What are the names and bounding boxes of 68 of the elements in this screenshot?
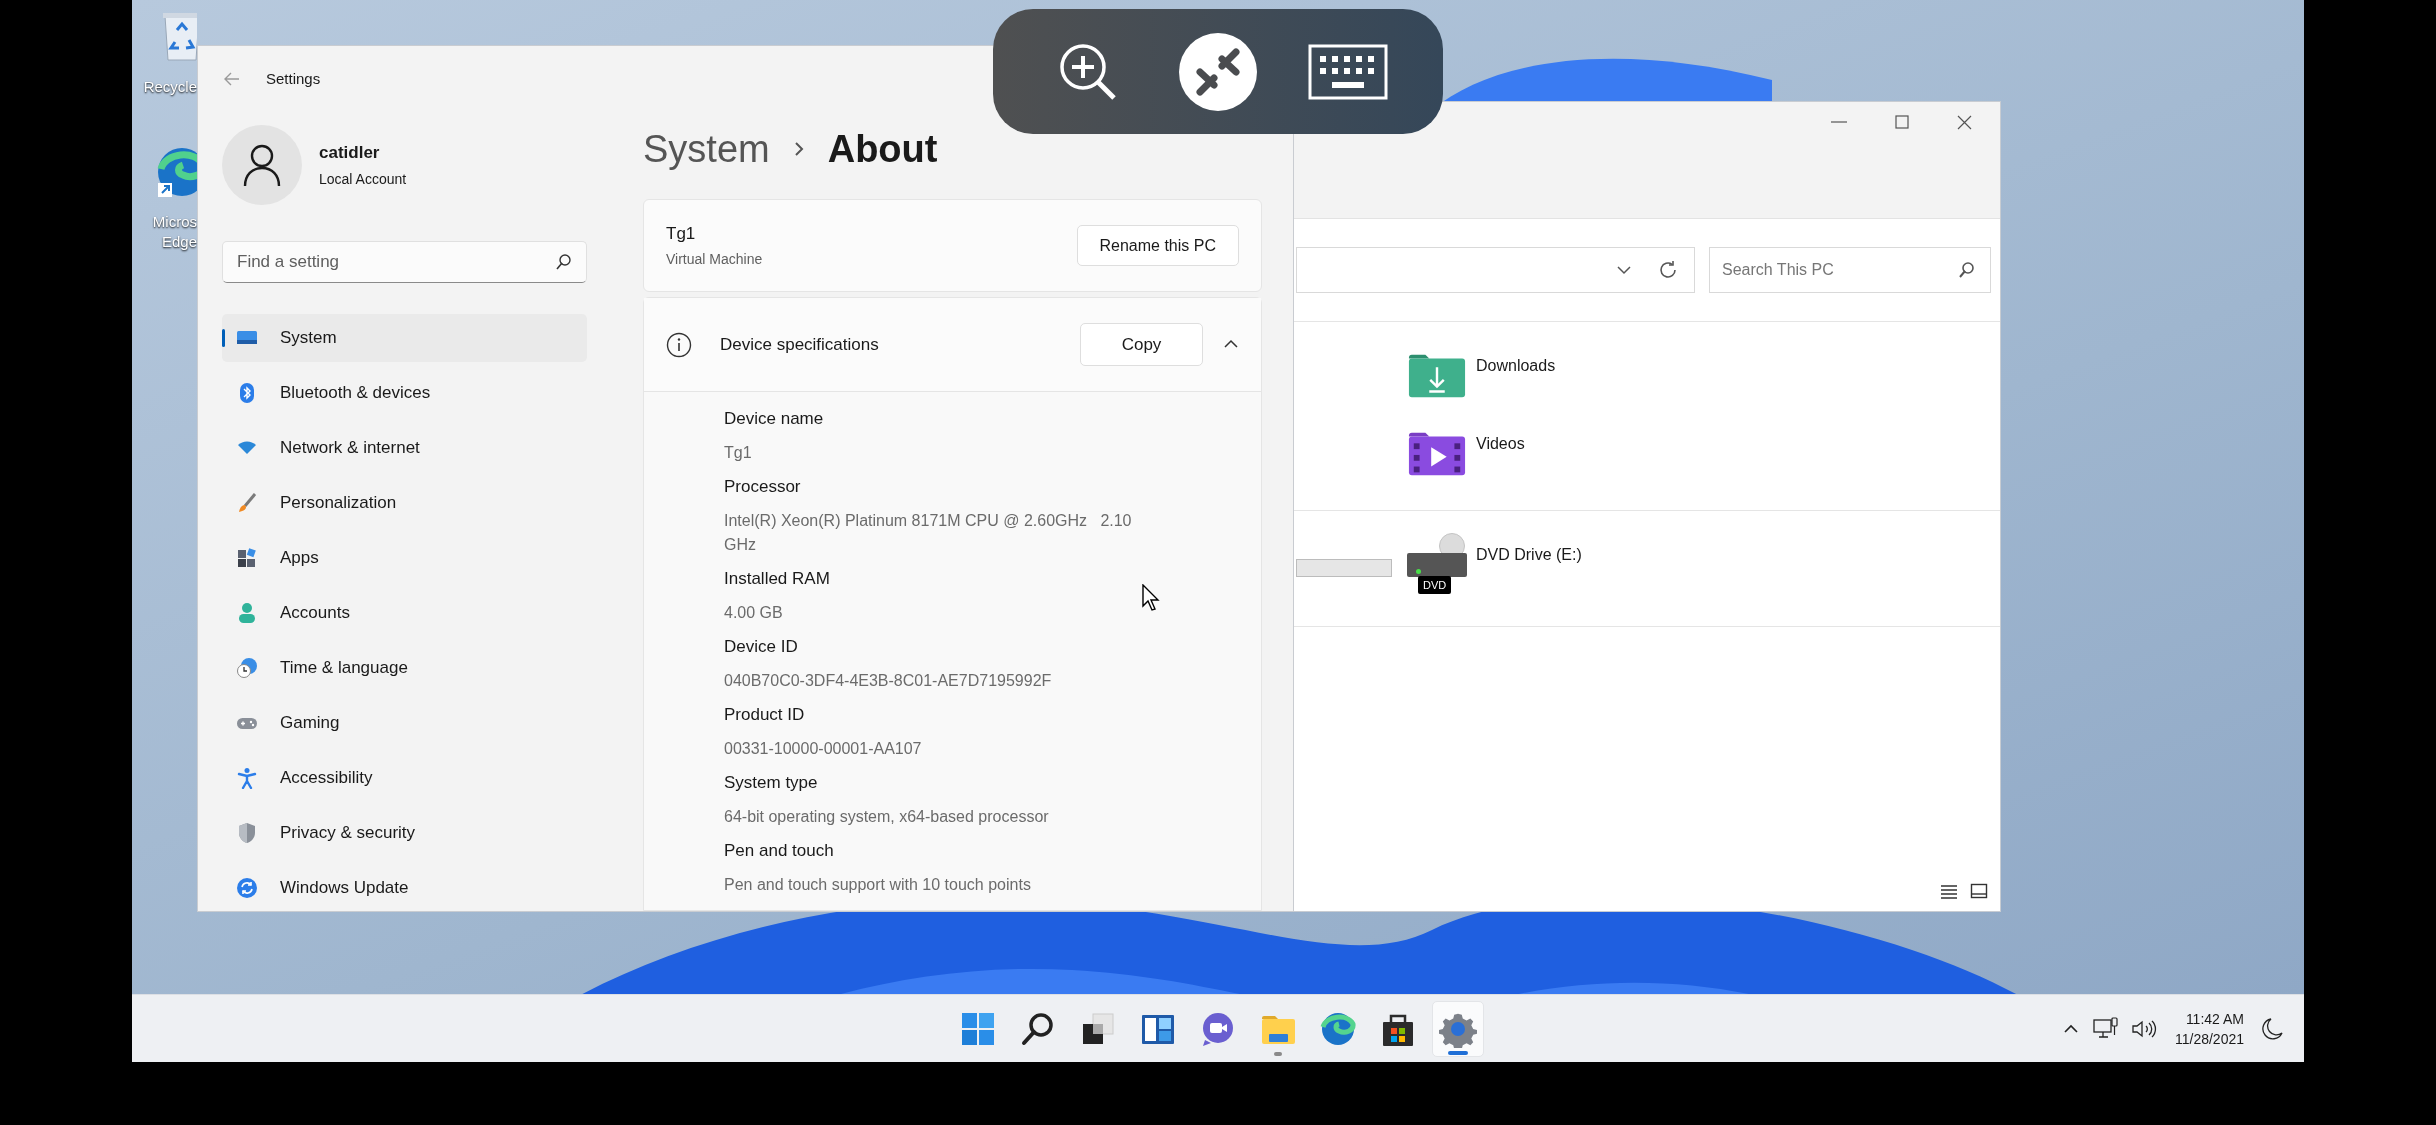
section-title: Device specifications	[720, 333, 879, 356]
spec-label: System type	[724, 772, 819, 794]
window-title: Settings	[266, 68, 321, 89]
shield-icon	[236, 822, 258, 844]
spec-value: Pen and touch support with 10 touch points	[724, 875, 1031, 895]
account-name: catidler	[319, 141, 381, 164]
nav-item[interactable]: Privacy & security	[222, 809, 587, 857]
spec-value: 040B70C0-3DF4-4E3B-8C01-AE7D7195992F	[724, 671, 1052, 691]
nav-item[interactable]: System	[222, 314, 587, 362]
connection-button[interactable]	[1178, 31, 1258, 112]
search-icon	[555, 253, 573, 271]
paintbrush-icon	[236, 492, 258, 514]
person-icon	[236, 602, 258, 624]
details-view-icon[interactable]	[1940, 883, 1958, 899]
spec-value: 4.00 GB	[724, 603, 783, 623]
nav-item[interactable]: Time & language	[222, 644, 587, 692]
speaker-icon[interactable]	[2130, 1018, 2157, 1040]
spec-label: Device name	[724, 408, 825, 430]
nav-item[interactable]: Accessibility	[222, 754, 587, 802]
account-type: Local Account	[319, 170, 407, 190]
spec-label: Pen and touch	[724, 840, 835, 862]
desktop-icon-label: Recycle	[143, 78, 197, 96]
drive-label-text: DVD	[1418, 576, 1452, 594]
remote-connection-icon	[1178, 31, 1258, 112]
accessibility-figure-icon	[236, 767, 258, 789]
nav-item[interactable]: Apps	[222, 534, 587, 582]
maximize-icon	[1894, 115, 1909, 129]
nav-item[interactable]: Personalization	[222, 479, 587, 527]
folder-name[interactable]: Videos	[1476, 432, 1525, 456]
folder-name[interactable]: Downloads	[1476, 354, 1556, 378]
search-field[interactable]: Find a setting	[222, 241, 587, 283]
search-icon	[1957, 260, 1977, 280]
close-icon	[1957, 114, 1972, 130]
pc-name: Tg1	[666, 222, 697, 245]
person-icon	[242, 143, 282, 187]
nav-item[interactable]: Bluetooth & devices	[222, 369, 587, 417]
spec-value: Tg1	[724, 443, 752, 463]
nav-item[interactable]: Network & internet	[222, 424, 587, 472]
nav-item[interactable]: Gaming	[222, 699, 587, 747]
spec-label: Processor	[724, 476, 802, 498]
keyboard-icon	[1308, 43, 1388, 100]
rename-button[interactable]: Rename this PC	[1076, 225, 1239, 266]
pc-model: Virtual Machine	[666, 250, 763, 270]
spec-label: Device ID	[724, 636, 799, 658]
spec-label: Product ID	[724, 704, 806, 726]
mouse-pointer-icon	[1142, 584, 1162, 612]
globe-clock-icon	[236, 657, 258, 679]
sync-arrows-icon	[236, 877, 258, 899]
search-field[interactable]: Search This PC	[1709, 247, 1991, 293]
drive-name[interactable]: DVD Drive (E:)	[1476, 543, 1582, 567]
clock[interactable]: 11:42 AM 11/28/2021	[2168, 1009, 2250, 1049]
info-icon	[666, 331, 692, 358]
spec-value: Intel(R) Xeon(R) Platinum 8171M CPU @ 2.60GHz 2.10 GHz	[724, 511, 1133, 555]
copy-button[interactable]: Copy	[1080, 323, 1203, 366]
spec-label: Installed RAM	[724, 568, 831, 590]
crescent-moon-icon[interactable]	[2262, 1017, 2284, 1041]
desktop-icon-label: Micros	[152, 213, 197, 231]
desktop-icon-label: Edge	[161, 233, 197, 251]
spec-value: 64-bit operating system, x64-based processor	[724, 807, 1049, 827]
network-monitor-icon[interactable]	[2092, 1017, 2119, 1041]
breadcrumb-item[interactable]: System	[643, 120, 770, 178]
apps-icon	[236, 547, 258, 569]
nav-item[interactable]: Windows Update	[222, 864, 587, 911]
spec-value: 00331-10000-00001-AA107	[724, 739, 922, 759]
nav-item[interactable]: Accounts	[222, 589, 587, 637]
tiles-view-icon[interactable]	[1970, 883, 1988, 899]
breadcrumb-item: About	[827, 126, 938, 172]
minimize-icon	[1830, 121, 1847, 123]
